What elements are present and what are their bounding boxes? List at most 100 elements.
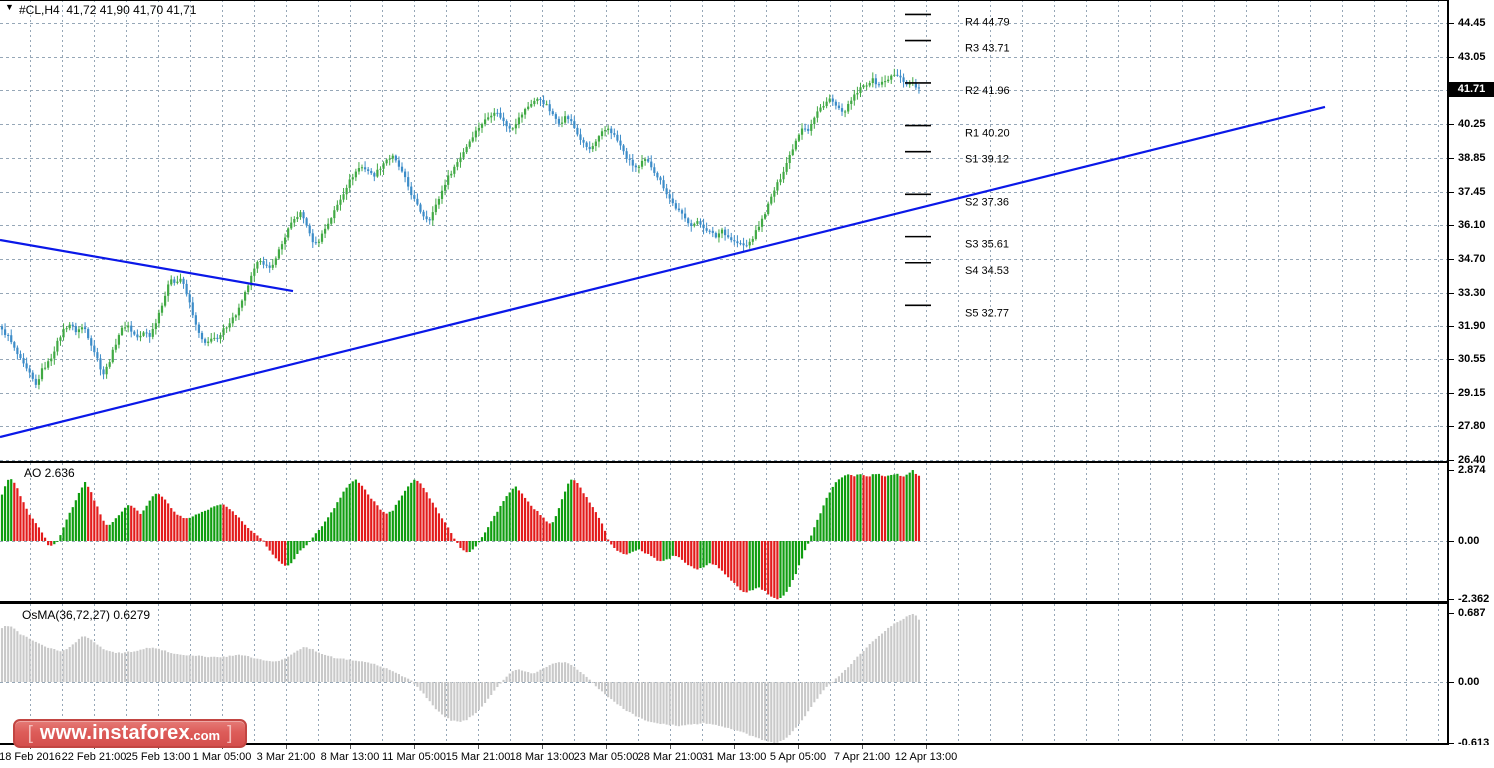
- candle-body: [782, 171, 785, 180]
- time-axis[interactable]: 18 Feb 2016 22 Feb 21:00 25 Feb 13:00 1 Mar…: [0, 745, 1494, 768]
- candle-body: [130, 325, 133, 332]
- osma-bar: [779, 682, 782, 742]
- ao-osma-separator[interactable]: [0, 601, 1494, 604]
- price-axis[interactable]: 44.45 43.05 40.25 38.85 37.45 36.10 34.70 33.30…: [1447, 0, 1494, 749]
- osma-bar: [330, 656, 333, 682]
- osma-bar: [10, 626, 13, 682]
- osma-bar: [477, 682, 480, 710]
- osma-bar: [736, 682, 739, 731]
- main-ao-separator[interactable]: [0, 461, 1494, 463]
- trendline-ascending-support[interactable]: [0, 105, 1326, 439]
- ao-bar: [637, 541, 641, 550]
- ao-bar: [391, 510, 394, 541]
- osma-bar: [542, 668, 545, 682]
- osma-bar: [462, 682, 465, 721]
- candlestick-plot[interactable]: R4 44.79 R3 43.71 R2 41.96 R1 40.20 S1 39.12…: [0, 0, 1447, 462]
- ao-bar: [133, 507, 136, 541]
- main-price-chart[interactable]: R4 44.79 R3 43.71 R2 41.96 R1 40.20 S1 39.12…: [0, 0, 1447, 462]
- ao-bar: [419, 483, 422, 541]
- candle-body: [567, 116, 570, 120]
- osma-bar: [394, 672, 397, 682]
- candle-body: [810, 124, 813, 131]
- ao-bar: [699, 541, 702, 569]
- osma-bar: [34, 641, 37, 682]
- candle-body: [468, 141, 471, 147]
- ao-bar: [296, 541, 299, 554]
- osma-bar: [640, 682, 644, 719]
- ao-bar: [47, 541, 50, 546]
- ao-bar: [373, 501, 376, 541]
- candle-body: [511, 128, 514, 130]
- osma-bar: [268, 661, 271, 682]
- osma-bar: [533, 673, 536, 682]
- candle-body: [502, 117, 505, 122]
- candle-body: [47, 361, 50, 368]
- price-tick-label: 27.80: [1458, 419, 1486, 432]
- osma-bar: [176, 654, 179, 682]
- ao-bar: [314, 533, 317, 541]
- ao-indicator-panel[interactable]: [0, 463, 1447, 601]
- candle-body: [622, 145, 625, 152]
- ao-bar: [665, 541, 668, 560]
- osma-bar: [680, 682, 684, 726]
- osma-bar: [551, 663, 554, 682]
- osma-bar: [333, 658, 336, 682]
- price-tick-label: 37.45: [1458, 186, 1486, 199]
- osma-bar: [764, 682, 767, 741]
- candle-body: [114, 344, 117, 350]
- symbol-dropdown-icon[interactable]: ▼: [5, 2, 14, 12]
- ao-bar: [597, 517, 601, 541]
- osma-bar: [588, 679, 591, 682]
- osma-bar: [87, 637, 90, 682]
- candle-body: [714, 232, 717, 238]
- candle-body: [373, 173, 376, 177]
- time-label: 23 Mar 05:00: [573, 751, 639, 763]
- osma-bar: [4, 626, 7, 682]
- axis-tick-mark: [1449, 192, 1454, 193]
- ao-bar: [573, 480, 576, 541]
- osma-bar: [656, 682, 659, 724]
- ao-bar: [603, 530, 607, 541]
- osma-bar: [228, 655, 231, 682]
- candle-body: [720, 229, 724, 234]
- candle-body: [902, 77, 905, 82]
- candle-body: [68, 324, 71, 329]
- ao-bar: [71, 507, 74, 541]
- candle-body: [422, 211, 425, 217]
- candle-body: [779, 179, 782, 183]
- ao-bar: [130, 505, 133, 541]
- candle-body: [794, 140, 797, 150]
- osma-bar: [696, 682, 699, 725]
- osma-bar: [197, 655, 200, 682]
- ao-histogram-plot[interactable]: [0, 463, 1447, 601]
- osma-bar: [391, 671, 394, 682]
- candle-body: [210, 338, 213, 342]
- axis-tick-mark: [1449, 470, 1454, 471]
- ao-bar: [388, 511, 391, 541]
- candle-body: [576, 127, 579, 135]
- time-tick-mark: [350, 745, 351, 749]
- candle-body: [625, 151, 628, 159]
- osma-bar: [625, 682, 628, 712]
- candle-body: [453, 166, 456, 174]
- osma-bar: [847, 667, 850, 682]
- osma-bar: [874, 638, 877, 682]
- osma-bar: [434, 682, 437, 710]
- candle-body: [462, 152, 465, 158]
- candle-body: [317, 241, 321, 243]
- ao-bar: [228, 509, 231, 541]
- ao-bar: [727, 541, 730, 578]
- candle-body: [687, 218, 690, 224]
- ao-bar: [643, 541, 647, 554]
- candle-body: [610, 128, 613, 134]
- osma-bar: [290, 654, 293, 682]
- axis-tick-mark: [1449, 682, 1454, 683]
- trading-chart-window: ▼ #CL,H4 41,72 41,90 41,70 41,71 R4 44.7…: [0, 0, 1494, 768]
- osma-bar: [619, 682, 622, 706]
- osma-bar: [794, 682, 797, 728]
- osma-bar: [65, 649, 68, 682]
- ao-bar: [416, 480, 419, 541]
- osma-bar: [120, 653, 124, 682]
- candle-body: [327, 223, 330, 229]
- trendline-descending-resistance[interactable]: [0, 238, 294, 293]
